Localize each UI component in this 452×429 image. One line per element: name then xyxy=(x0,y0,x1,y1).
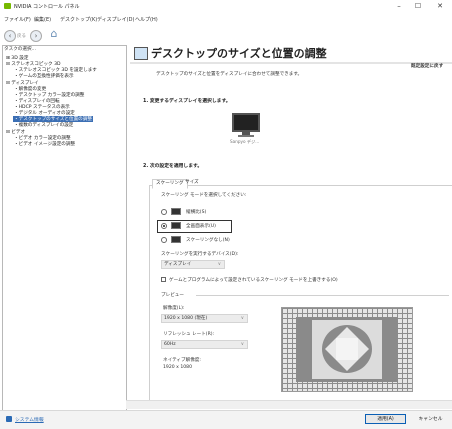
scaling-preview xyxy=(281,307,413,392)
chevron-down-icon: ∨ xyxy=(217,262,221,267)
perform-scaling-label: スケーリングを実行するデバイス(D): xyxy=(161,252,239,257)
page-title: デスクトップのサイズと位置の調整 xyxy=(151,47,327,60)
horizontal-scrollbar[interactable] xyxy=(126,400,452,409)
back-label: 戻る xyxy=(17,34,26,39)
option-aspect-ratio-label[interactable]: 縦横比(S) xyxy=(186,209,206,215)
preview-label: プレビュー xyxy=(161,293,184,298)
override-scaling-checkbox[interactable] xyxy=(161,277,166,282)
radio-no-scaling[interactable] xyxy=(161,237,167,243)
display-monitor-icon[interactable] xyxy=(232,113,260,132)
maximize-button[interactable]: ☐ xyxy=(410,1,426,11)
minimize-button[interactable]: – xyxy=(391,1,407,11)
tree-header: タスクの選択... xyxy=(4,47,36,52)
restore-defaults-link[interactable]: 既定設定に戻す xyxy=(411,63,443,69)
resolution-label: 解像度(L): xyxy=(163,306,185,311)
resolution-value: 1920 x 1080 (現在) xyxy=(164,316,208,321)
monitor-label[interactable]: Sanpyo デジ... xyxy=(230,139,259,145)
override-scaling-label[interactable]: ゲームとプログラムによって設定されているスケーリング モードを上書きする(O) xyxy=(169,277,338,283)
monitor-base xyxy=(238,135,254,137)
step2-title: 2. 次の設定を適用します。 xyxy=(143,164,203,169)
refresh-rate-select[interactable]: 60Hz ∨ xyxy=(161,340,248,349)
refresh-rate-label: リフレッシュ レート(R): xyxy=(163,332,215,337)
apply-button[interactable]: 適用(A) xyxy=(365,414,406,424)
page-description: デスクトップのサイズと位置をディスプレイに合わせて調整できます。 xyxy=(156,72,303,77)
tree-item-video-image[interactable]: ・ビデオ イメージ設定の調整 xyxy=(14,141,75,147)
native-resolution-label: ネイティブ解像度: xyxy=(163,358,201,363)
radio-aspect-ratio[interactable] xyxy=(161,209,167,215)
perform-scaling-select[interactable]: ディスプレイ ∨ xyxy=(161,260,225,269)
tab-size[interactable]: サイズ xyxy=(182,179,202,187)
back-arrow-icon[interactable]: ‹ xyxy=(4,30,16,42)
perform-scaling-value: ディスプレイ xyxy=(164,262,192,267)
toolbar xyxy=(0,25,452,43)
preview-graphic xyxy=(296,317,398,382)
home-icon[interactable]: ⌂ xyxy=(47,27,61,41)
chevron-down-icon: ∨ xyxy=(240,316,244,321)
cancel-button[interactable]: キャンセル xyxy=(412,414,449,424)
full-screen-icon xyxy=(171,222,181,229)
system-info-link[interactable]: システム情報 xyxy=(15,416,44,423)
tree-item-game-compat[interactable]: ・ゲームの互換性評価を表示 xyxy=(14,73,74,79)
forward-arrow-icon[interactable]: › xyxy=(30,30,42,42)
close-button[interactable]: ✕ xyxy=(432,1,448,11)
no-scaling-icon xyxy=(171,236,181,243)
title-bar: NVIDIA コントロール パネル – ☐ ✕ xyxy=(0,0,452,13)
aspect-ratio-icon xyxy=(171,208,181,215)
menu-help[interactable]: ヘルプ(H) xyxy=(135,16,158,23)
nvidia-logo-icon xyxy=(4,3,11,9)
resolution-select[interactable]: 1920 x 1080 (現在) ∨ xyxy=(161,314,248,323)
chevron-down-icon: ∨ xyxy=(240,342,244,347)
page-header-icon xyxy=(134,47,148,60)
native-resolution-value: 1920 x 1080 xyxy=(163,365,193,370)
window-title: NVIDIA コントロール パネル xyxy=(14,4,80,10)
menu-display[interactable]: ディスプレイ(D) xyxy=(97,16,134,23)
tree-item-multiple-displays[interactable]: ・複数のディスプレイの設定 xyxy=(14,122,73,128)
option-full-screen-label[interactable]: 全画面表示(U) xyxy=(186,223,216,229)
menu-file[interactable]: ファイル(F) xyxy=(4,16,31,23)
menu-desktop[interactable]: デスクトップ(K) xyxy=(60,16,97,23)
option-no-scaling-label[interactable]: スケーリングなし(N) xyxy=(186,237,230,243)
radio-full-screen[interactable] xyxy=(161,223,167,229)
preview-divider xyxy=(196,295,449,296)
refresh-rate-value: 60Hz xyxy=(164,342,176,347)
step1-title: 1. 変更するディスプレイを選択します。 xyxy=(143,99,231,104)
system-info-icon xyxy=(6,416,12,422)
scaling-mode-label: スケーリング モードを選択してください: xyxy=(161,193,247,198)
header-divider xyxy=(130,62,452,64)
menu-edit[interactable]: 編集(E) xyxy=(34,16,51,23)
